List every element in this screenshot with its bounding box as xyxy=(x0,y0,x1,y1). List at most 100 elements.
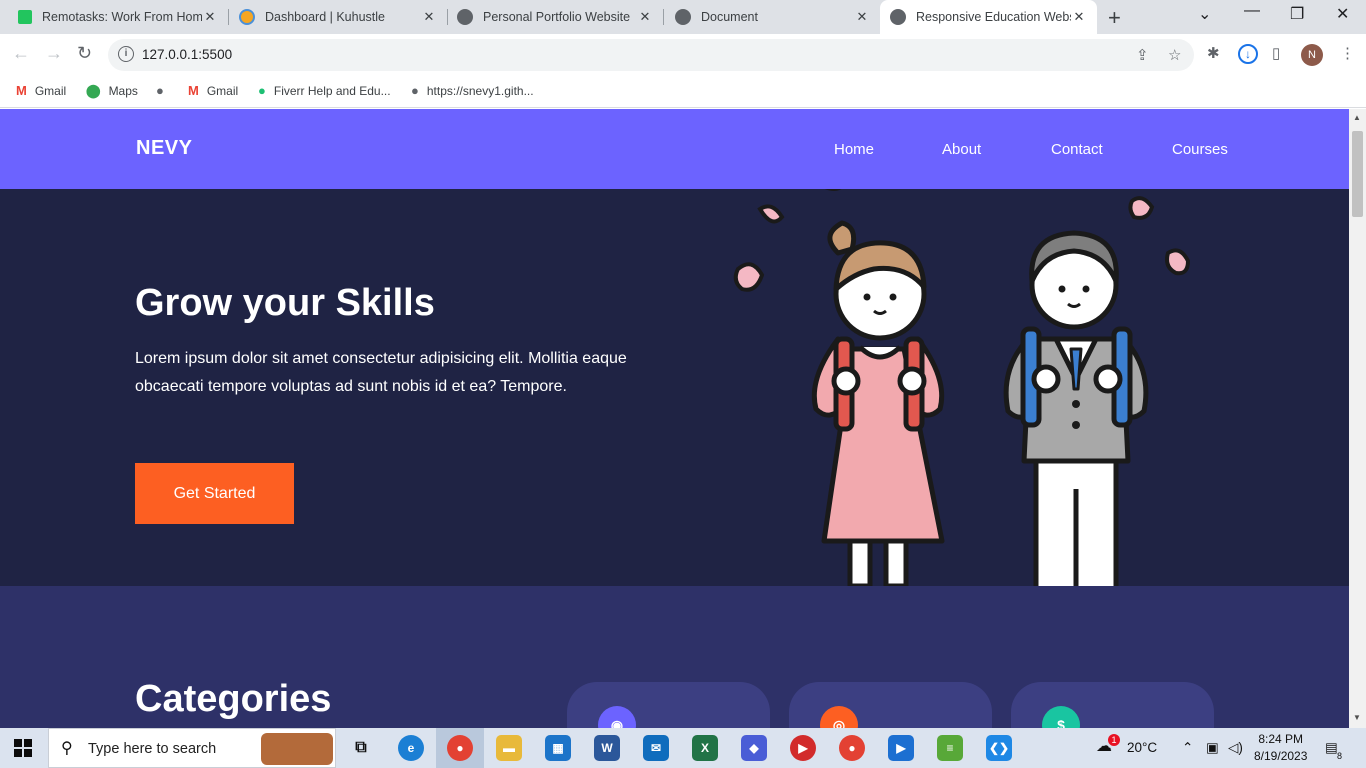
tab-portfolio[interactable]: Personal Portfolio Website ✕ xyxy=(447,0,663,34)
students-illustration xyxy=(733,189,1191,586)
video-editor-icon[interactable]: ▶ xyxy=(888,735,914,761)
petal-icon xyxy=(733,189,1191,292)
forward-icon[interactable]: → xyxy=(45,43,63,64)
tab-title: Responsive Education Website xyxy=(916,10,1071,24)
edge-icon[interactable]: e xyxy=(398,735,424,761)
tab-kuhustle[interactable]: Dashboard | Kuhustle ✕ xyxy=(229,0,447,34)
category-card[interactable]: $ xyxy=(1011,682,1214,728)
media-player-icon[interactable]: ▶ xyxy=(790,735,816,761)
restore-icon[interactable]: ❐ xyxy=(1290,4,1304,24)
bookmark-snevy[interactable]: ● https://snevy1.gith... xyxy=(411,83,534,98)
hero-text: Lorem ipsum dolor sit amet consectetur a… xyxy=(135,350,627,395)
categories-section: Categories ◉ ◎ $ xyxy=(0,586,1349,728)
scrollbar-thumb[interactable] xyxy=(1352,131,1363,217)
copilot-icon[interactable]: ◆ xyxy=(741,735,767,761)
network-icon[interactable]: ▣ xyxy=(1206,740,1219,756)
scroll-up-icon[interactable]: ▲ xyxy=(1353,113,1361,122)
tab-document[interactable]: Document ✕ xyxy=(665,0,880,34)
weather-temp[interactable]: 20°C xyxy=(1127,740,1157,755)
avatar[interactable]: N xyxy=(1301,44,1323,66)
hero-section: Grow your Skills Lorem ipsum dolor sit a… xyxy=(0,189,1349,586)
back-icon[interactable]: ← xyxy=(12,43,30,64)
notifications-icon[interactable]: ▤ xyxy=(1325,740,1338,756)
clock-date: 8/19/2023 xyxy=(1254,749,1308,763)
task-view-icon[interactable]: ⧉ xyxy=(348,735,374,761)
site-info-icon[interactable]: i xyxy=(118,46,134,62)
page-viewport: NEVY Home About Contact Courses Grow you… xyxy=(0,109,1349,728)
tab-title: Document xyxy=(701,10,758,24)
category-card[interactable]: ◉ xyxy=(567,682,770,728)
page-scrollbar[interactable]: ▲ ▼ xyxy=(1349,109,1366,728)
bookmark-fiverr[interactable]: ● Fiverr Help and Edu... xyxy=(258,83,391,98)
tab-strip: Remotasks: Work From Home ✕ Dashboard | … xyxy=(0,0,1366,34)
bookmark-maps[interactable]: ⬤ Maps xyxy=(86,83,138,99)
volume-icon[interactable]: ◁) xyxy=(1228,740,1243,756)
taskbar-search[interactable]: ⚲ Type here to search xyxy=(48,728,336,768)
globe-icon xyxy=(890,9,906,25)
download-icon[interactable]: ↓ xyxy=(1238,44,1258,64)
tab-search-icon[interactable]: ⌄ xyxy=(1198,4,1211,24)
new-tab-button[interactable]: + xyxy=(1108,5,1121,31)
bookmark-gmail[interactable]: M Gmail xyxy=(16,83,66,98)
globe-icon xyxy=(675,9,691,25)
nav-contact[interactable]: Contact xyxy=(1051,141,1103,158)
file-explorer-icon[interactable]: ▬ xyxy=(496,735,522,761)
taskbar-clock[interactable]: 8:24 PM 8/19/2023 xyxy=(1254,731,1307,765)
kuhustle-icon xyxy=(239,9,255,25)
vscode-icon[interactable]: ❮❯ xyxy=(986,735,1012,761)
bookmark-label: https://snevy1.gith... xyxy=(426,83,534,98)
close-icon[interactable]: ✕ xyxy=(637,9,653,25)
chevron-up-icon[interactable]: ⌃ xyxy=(1182,740,1193,756)
bookmark-label: Gmail xyxy=(206,83,239,98)
menu-icon[interactable]: ⋮ xyxy=(1340,44,1355,62)
word-icon[interactable]: W xyxy=(594,735,620,761)
globe-icon: ● xyxy=(411,83,419,98)
close-icon[interactable]: ✕ xyxy=(854,9,870,25)
extensions-icon[interactable]: ✱ xyxy=(1207,44,1220,62)
windows-start-icon[interactable] xyxy=(14,739,32,757)
bookmark-label: Maps xyxy=(108,84,138,98)
tab-remotasks[interactable]: Remotasks: Work From Home ✕ xyxy=(8,0,228,34)
reload-icon[interactable]: ↻ xyxy=(77,43,92,64)
weather-badge: 1 xyxy=(1108,734,1120,746)
close-icon[interactable]: ✕ xyxy=(421,9,437,25)
bookmark-star-icon[interactable]: ☆ xyxy=(1168,46,1181,64)
close-icon[interactable]: ✕ xyxy=(1071,9,1087,25)
share-icon[interactable]: ⇪ xyxy=(1136,46,1149,64)
side-panel-icon[interactable]: ▯ xyxy=(1272,44,1280,62)
url-text: 127.0.0.1:5500 xyxy=(142,47,233,62)
get-started-button[interactable]: Get Started xyxy=(135,463,294,524)
bookmarks-bar: M Gmail ⬤ Maps ● M Gmail ● Fiverr Help a… xyxy=(0,76,1366,108)
minimize-icon[interactable]: — xyxy=(1244,2,1260,20)
notification-count: 8 xyxy=(1337,751,1343,761)
nav-about[interactable]: About xyxy=(942,141,981,158)
dollar-icon: $ xyxy=(1042,706,1080,728)
site-logo[interactable]: NEVY xyxy=(136,137,192,160)
categories-title: Categories xyxy=(135,678,332,720)
chrome-profile-icon[interactable]: ● xyxy=(839,735,865,761)
nav-courses[interactable]: Courses xyxy=(1172,141,1228,158)
close-icon[interactable]: ✕ xyxy=(202,9,218,25)
excel-icon[interactable]: X xyxy=(692,735,718,761)
bluestacks-icon[interactable]: ≡ xyxy=(937,735,963,761)
bookmark-gmail-2[interactable]: M Gmail xyxy=(188,83,238,98)
bookmark-label: Gmail xyxy=(34,83,67,98)
store-icon[interactable]: ▦ xyxy=(545,735,571,761)
mail-icon[interactable]: ✉ xyxy=(643,735,669,761)
site-header: NEVY Home About Contact Courses xyxy=(0,109,1349,189)
address-bar[interactable]: i 127.0.0.1:5500 ⇪ ☆ xyxy=(108,39,1194,71)
category-card[interactable]: ◎ xyxy=(789,682,992,728)
globe-icon: ● xyxy=(156,83,164,98)
browser-toolbar: ← → ↻ i 127.0.0.1:5500 ⇪ ☆ ✱ ↓ ▯ N ⋮ xyxy=(0,34,1366,76)
girl-figure xyxy=(811,220,945,586)
bookmark-globe[interactable]: ● xyxy=(156,83,172,98)
boy-figure xyxy=(1003,230,1149,586)
clock-time: 8:24 PM xyxy=(1258,732,1304,746)
window-close-icon[interactable]: ✕ xyxy=(1336,4,1349,24)
bookmark-label: Fiverr Help and Edu... xyxy=(273,83,391,98)
scroll-down-icon[interactable]: ▼ xyxy=(1353,713,1361,722)
tab-education[interactable]: Responsive Education Website ✕ xyxy=(880,0,1097,34)
nav-home[interactable]: Home xyxy=(834,141,874,158)
search-highlight-image xyxy=(261,733,333,765)
chrome-icon[interactable]: ● xyxy=(447,735,473,761)
